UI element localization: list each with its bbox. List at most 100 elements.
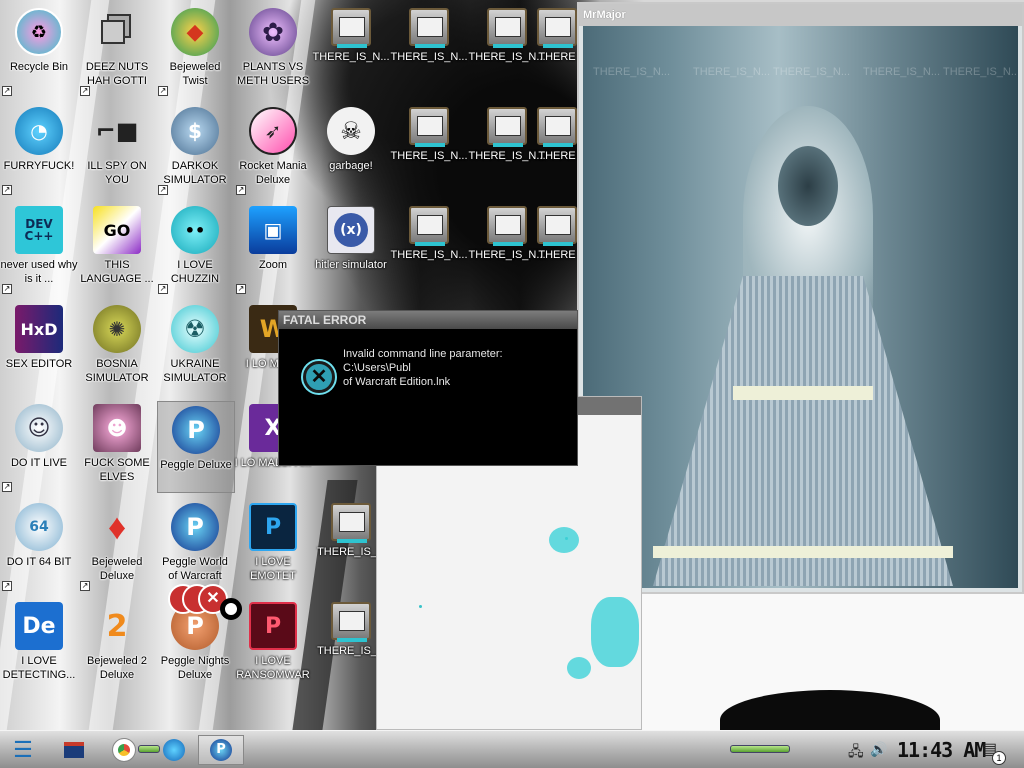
desktop-icon-there-is[interactable]: THERE_IS_N... xyxy=(390,202,468,294)
icon-label: ILL SPY ON YOU xyxy=(87,160,147,186)
desktop-icon-there-is[interactable]: THERE xyxy=(536,202,578,294)
desktop-icon-peggle-wow[interactable]: P Peggle World of Warcraft Edition xyxy=(156,499,234,591)
shortcut-arrow-icon: ↗ xyxy=(2,284,12,294)
taskbar-decor xyxy=(138,745,160,753)
chuzzle-icon: •• xyxy=(171,206,219,254)
taskbar-app-peggle[interactable]: P xyxy=(198,735,244,765)
red-gem-icon: ♦ xyxy=(107,506,127,547)
icon-label: SEX EDITOR xyxy=(5,358,73,370)
icon-label: Peggle Deluxe xyxy=(160,459,232,471)
doll-hem-stripe xyxy=(653,546,953,558)
window-titlebar[interactable]: FATAL ERROR xyxy=(279,311,577,329)
virus-blob xyxy=(567,657,591,679)
quicklaunch-chrome[interactable] xyxy=(110,735,138,765)
desktop-icon-hxd[interactable]: HxD SEX EDITOR xyxy=(0,301,78,393)
icon-label: THIS LANGUAGE ... xyxy=(80,259,154,285)
notification-center-button[interactable]: ▤ 1 xyxy=(982,739,1006,765)
desktop-icon-do-it-64[interactable]: 64 ↗ DO IT 64 BIT xyxy=(0,499,78,591)
icon-label: I LOVE RANSOMWARE xyxy=(236,655,310,681)
clock[interactable]: 11:43 AM xyxy=(897,738,986,762)
firefox-icon: ◔ xyxy=(15,107,63,155)
desktop-icon-golang[interactable]: GO THIS LANGUAGE ... xyxy=(78,202,156,294)
chrome-icon xyxy=(112,738,136,762)
face-icon: ☺ xyxy=(15,404,63,452)
taskbar-decor xyxy=(730,745,790,753)
desktop-icon-zoom[interactable]: ▣ ↗ Zoom xyxy=(234,202,312,294)
skull-emblem-icon: ☠ xyxy=(327,107,375,155)
virus-particle xyxy=(419,605,422,608)
icon-label: THERE xyxy=(538,249,576,261)
elf-icon: ☻ xyxy=(93,404,141,452)
desktop-icon-there-is[interactable]: THERE_IS_N... xyxy=(468,202,546,294)
shortcut-arrow-icon: ↗ xyxy=(158,86,168,96)
icon-label: Bejeweled Deluxe xyxy=(91,556,143,582)
desktop-icon-detecting[interactable]: De I LOVE DETECTING... xyxy=(0,598,78,690)
network-icon[interactable]: 🖧 xyxy=(848,741,864,765)
desktop-icon-furryfuck[interactable]: ◔ ↗ FURRYFUCK! xyxy=(0,103,78,195)
icon-label: FURRYFUCK! xyxy=(3,160,75,172)
desktop-icon-bejeweled-deluxe[interactable]: ♦ ↗ Bejeweled Deluxe xyxy=(78,499,156,591)
icon-label: FUCK SOME ELVES xyxy=(84,457,150,483)
shortcut-arrow-icon: ↗ xyxy=(80,581,90,591)
icon-label: THERE_IS_N... xyxy=(390,150,468,162)
desktop-icon-spy[interactable]: ⌐■ ILL SPY ON YOU xyxy=(78,103,156,195)
desktop-icon-bejeweled-twist[interactable]: ◆ ↗ Bejeweled Twist xyxy=(156,4,234,96)
desktop-icon-elves[interactable]: ☻ FUCK SOME ELVES xyxy=(78,400,156,492)
window-titlebar[interactable]: MrMajor xyxy=(579,4,1022,26)
desktop-icon-there-is[interactable]: THERE_IS_N... xyxy=(468,103,546,195)
desktop-icon-there-is[interactable]: THERE_IS_N... xyxy=(312,4,390,96)
volume-icon[interactable]: 🔊 xyxy=(870,741,887,758)
desktop-icon-hitler-sim[interactable]: (x) hitler simulator xyxy=(312,202,390,294)
desktop-icon-there-is[interactable]: THERE xyxy=(536,4,578,96)
quicklaunch-firefox[interactable] xyxy=(160,735,188,765)
money-bag-icon: $ xyxy=(171,107,219,155)
desktop-icon-garbage[interactable]: ☠ garbage! xyxy=(312,103,390,195)
start-button[interactable]: ☰ xyxy=(6,735,40,765)
zoom-icon: ▣ xyxy=(249,206,297,254)
desktop-icon-bosnia[interactable]: ✺ BOSNIA SIMULATOR xyxy=(78,301,156,393)
monitor-icon xyxy=(409,206,449,246)
doll-dress xyxy=(653,276,953,586)
quicklaunch-explorer[interactable] xyxy=(60,735,88,765)
icon-label: Rocket Mania Deluxe xyxy=(239,160,307,186)
desktop-icon-darkok[interactable]: $ ↗ DARKOK SIMULATOR xyxy=(156,103,234,195)
mrmajor-window[interactable]: MrMajor THERE_IS_N... THERE_IS_N... THER… xyxy=(577,2,1024,594)
monitor-icon xyxy=(487,8,527,48)
icon-label: THERE_IS_N... xyxy=(390,249,468,261)
desktop-icon-recycle-bin[interactable]: ♻ ↗ Recycle Bin xyxy=(0,4,78,96)
shortcut-arrow-icon: ↗ xyxy=(236,284,246,294)
desktop-icon-rocket-mania[interactable]: ➶ ↗ Rocket Mania Deluxe xyxy=(234,103,312,195)
desktop-icon-ransomware[interactable]: P I LOVE RANSOMWARE xyxy=(234,598,312,690)
desktop-icon-bejeweled-2[interactable]: 2 Bejeweled 2 Deluxe xyxy=(78,598,156,690)
p-red-icon: P xyxy=(249,602,297,650)
desktop-icon-there-is[interactable]: THERE xyxy=(536,103,578,195)
virus-blob xyxy=(591,597,639,667)
desktop-icon-chuzzin[interactable]: •• ↗ I LOVE CHUZZIN xyxy=(156,202,234,294)
monitor-icon xyxy=(331,602,371,642)
desktop-icon-there-is[interactable]: THERE_IS_N... xyxy=(468,4,546,96)
doll-ribbon xyxy=(733,386,873,400)
notification-badge: 1 xyxy=(992,751,1006,765)
monitor-icon xyxy=(487,206,527,246)
bejeweled-2-icon: 2 xyxy=(106,608,128,644)
desktop-icon-deez-nuts[interactable]: ↗ DEEZ NUTS HAH GOTTI xyxy=(78,4,156,96)
icon-label: THERE_IS_N... xyxy=(390,51,468,63)
desktop-icon-do-it-live[interactable]: ☺ ↗ DO IT LIVE xyxy=(0,400,78,492)
desktop-icon-there-is[interactable]: THERE_IS_N... xyxy=(390,103,468,195)
doll-face xyxy=(778,146,838,226)
monitor-icon xyxy=(409,107,449,147)
shortcut-arrow-icon: ↗ xyxy=(158,185,168,195)
radiation-icon: ☢ xyxy=(171,305,219,353)
fatal-error-dialog[interactable]: FATAL ERROR ✕ Invalid command line param… xyxy=(278,310,578,466)
desktop-icon-emotet[interactable]: P I LOVE EMOTET xyxy=(234,499,312,591)
icon-label: THERE xyxy=(538,150,576,162)
desktop-icon-plants[interactable]: ✿ PLANTS VS METH USERS xyxy=(234,4,312,96)
desktop-icon-peggle-deluxe[interactable]: P Peggle Deluxe xyxy=(157,401,235,493)
icon-label: THERE_IS_N... xyxy=(468,150,546,162)
icon-label: PLANTS VS METH USERS xyxy=(236,61,310,87)
icon-label: Peggle World of Warcraft Edition xyxy=(162,556,228,582)
desktop-icon-devcpp[interactable]: DEV C++ ↗ never used why is it ... xyxy=(0,202,78,294)
desktop-icon-ukraine[interactable]: ☢ UKRAINE SIMULATOR xyxy=(156,301,234,393)
desktop-icon-there-is[interactable]: THERE_IS_N... xyxy=(390,4,468,96)
icon-label: THERE_IS_N... xyxy=(468,249,546,261)
